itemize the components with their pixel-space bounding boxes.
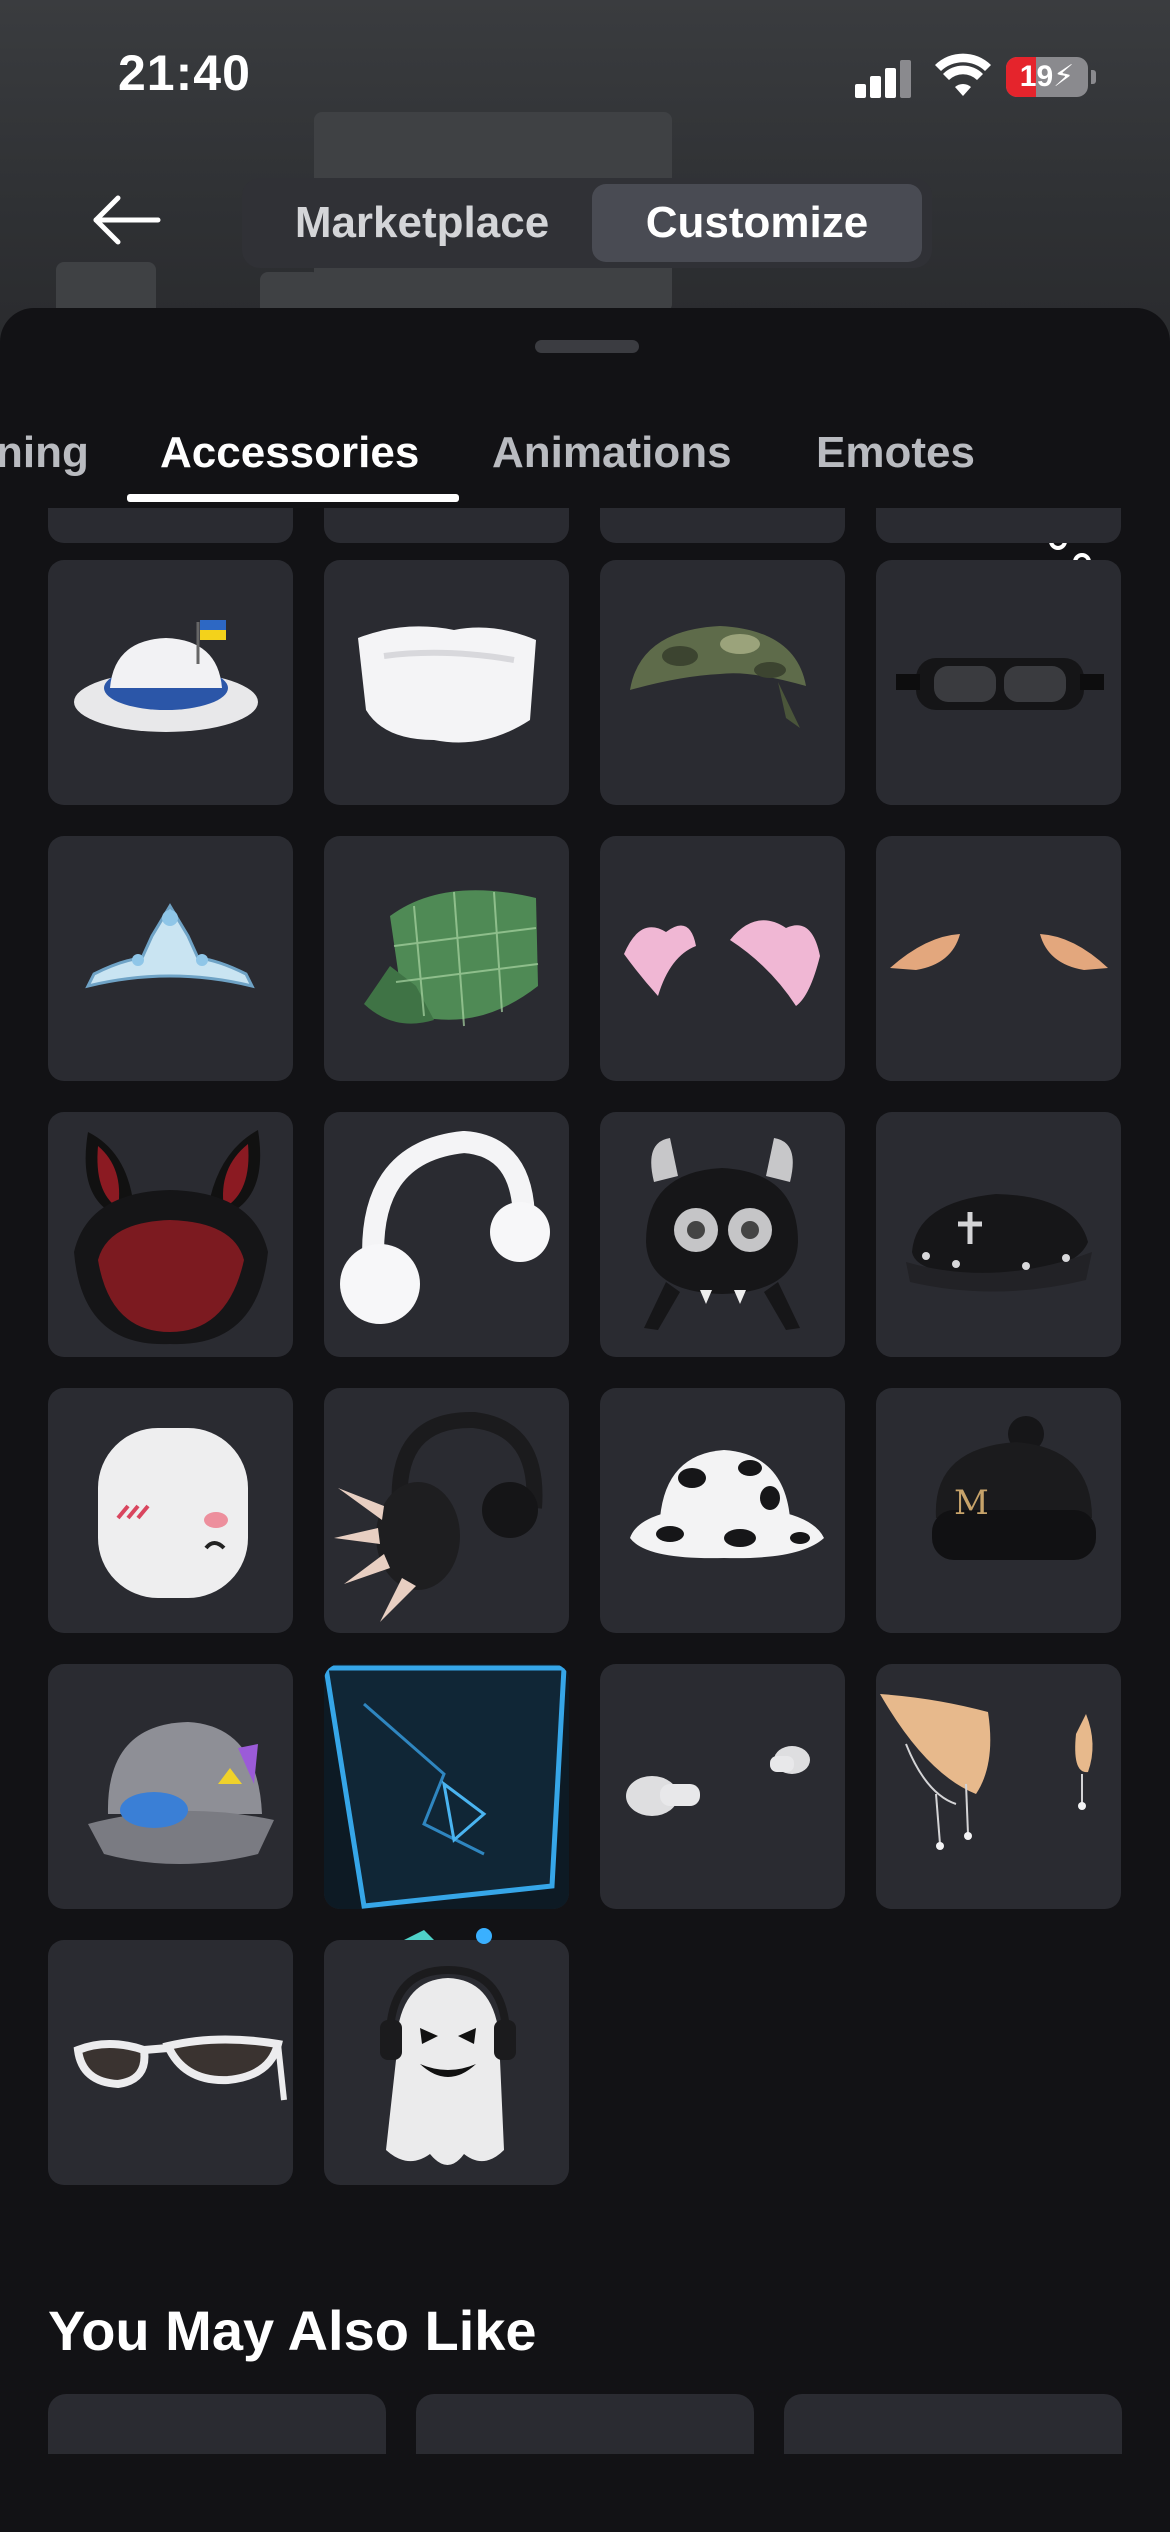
accessory-tile-glowing-cube[interactable] — [324, 1664, 569, 1909]
section-title-you-may-also-like: You May Also Like — [48, 2299, 537, 2362]
glowing-cube-icon — [324, 1664, 569, 1909]
accessory-tile-jeweled-elf-ears[interactable] — [876, 1664, 1121, 1909]
accessory-tile-red-bunny-hood[interactable] — [48, 1112, 293, 1357]
accessory-tile-elf-ears[interactable] — [876, 836, 1121, 1081]
accessory-tile[interactable] — [600, 508, 845, 543]
tab-customize[interactable]: Customize — [592, 184, 922, 262]
white-earmuffs-icon — [340, 1130, 550, 1324]
tab-emotes[interactable]: Emotes — [816, 408, 975, 498]
grey-hard-hat-icon — [88, 1722, 274, 1864]
ghost-headphones-icon — [380, 1928, 516, 2165]
tab-clothing[interactable]: ning — [0, 408, 89, 498]
accessory-tile-white-fedora[interactable] — [48, 560, 293, 805]
top-segmented-tabs: Marketplace Customize — [242, 178, 932, 268]
accessory-tile-silver-tiara[interactable] — [48, 836, 293, 1081]
tab-animations[interactable]: Animations — [492, 408, 732, 498]
battery-charging-icon: 19⚡ — [1006, 57, 1096, 97]
silver-tiara-icon — [85, 903, 255, 989]
tab-active-underline — [127, 494, 459, 502]
accessory-tile-cow-bucket-hat[interactable] — [600, 1388, 845, 1633]
svg-text:M: M — [954, 1483, 989, 1523]
green-plaid-cap-icon — [364, 890, 539, 1027]
accessory-tile-spiked-headphones[interactable] — [324, 1388, 569, 1633]
arrow-left-icon[interactable] — [86, 190, 166, 250]
accessory-tile-white-earmuffs[interactable] — [324, 1112, 569, 1357]
black-spiked-beret-icon — [906, 1194, 1092, 1292]
accessory-tile-black-beanie[interactable]: M — [876, 1388, 1121, 1633]
cow-bucket-hat-icon — [630, 1450, 824, 1559]
accessory-tile-green-plaid-cap[interactable] — [324, 836, 569, 1081]
status-bar: 21:40 19⚡ — [0, 0, 1170, 150]
tab-accessories[interactable]: Accessories — [160, 408, 419, 498]
elf-ears-icon — [890, 934, 1108, 970]
status-time: 21:40 — [118, 45, 251, 101]
recommendation-card[interactable] — [48, 2394, 386, 2454]
white-earbuds-icon — [626, 1746, 810, 1816]
accessory-tile[interactable] — [48, 508, 293, 543]
accessory-tile[interactable] — [324, 508, 569, 543]
accessory-tile[interactable] — [876, 508, 1121, 543]
accessory-tile-black-goggles[interactable] — [876, 560, 1121, 805]
white-fluffy-hat-icon — [358, 626, 536, 743]
signal-icon — [855, 58, 915, 98]
tab-marketplace[interactable]: Marketplace — [252, 184, 592, 262]
recommendation-card[interactable] — [416, 2394, 754, 2454]
customize-sheet: ning Accessories Animations Emotes M You… — [0, 308, 1170, 2532]
jeweled-elf-ears-icon — [880, 1694, 1093, 1850]
white-fedora-icon — [74, 620, 258, 732]
red-bunny-hood-icon — [74, 1130, 268, 1345]
accessory-tile-white-earbuds[interactable] — [600, 1664, 845, 1909]
sheet-drag-handle[interactable] — [535, 340, 639, 353]
accessory-tile-white-fluffy-hat[interactable] — [324, 560, 569, 805]
wifi-icon — [935, 53, 991, 96]
pink-bows-icon — [624, 920, 820, 1006]
accessory-grid: M — [0, 508, 1170, 2218]
camo-bandana-icon — [630, 626, 806, 728]
black-monster-hat-icon — [644, 1138, 800, 1330]
accessory-tile-white-sunglasses[interactable] — [48, 1940, 293, 2185]
accessory-tile-ghost-headphones[interactable] — [324, 1928, 569, 2185]
accessory-tile-black-monster-hat[interactable] — [600, 1112, 845, 1357]
accessory-tile-black-spiked-beret[interactable] — [876, 1112, 1121, 1357]
accessory-tile-grey-hard-hat[interactable] — [48, 1664, 293, 1909]
accessory-tile-pink-bows[interactable] — [600, 836, 845, 1081]
battery-level: 19 — [1019, 60, 1054, 93]
white-sunglasses-icon — [73, 2035, 287, 2101]
recommendation-card[interactable] — [784, 2394, 1122, 2454]
accessory-tile-white-blush-head[interactable] — [48, 1388, 293, 1633]
white-blush-head-icon — [98, 1428, 248, 1598]
spiked-headphones-icon — [334, 1411, 543, 1622]
black-goggles-icon — [896, 658, 1104, 710]
accessory-tile-camo-bandana[interactable] — [600, 560, 845, 805]
black-beanie-icon: M — [932, 1416, 1096, 1560]
